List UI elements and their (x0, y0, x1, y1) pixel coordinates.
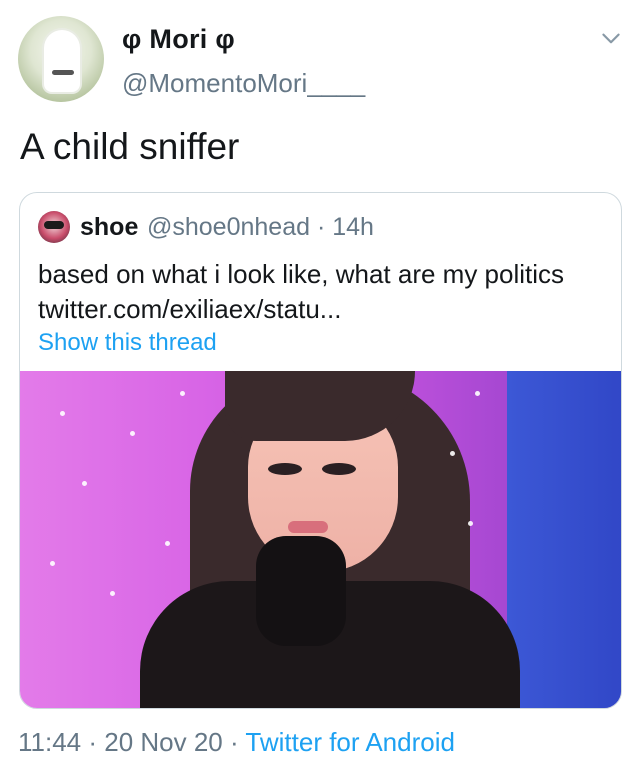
sparkle (468, 521, 473, 526)
tweet-text: A child sniffer (20, 126, 240, 167)
sparkle (60, 411, 65, 416)
tweet-meta: 11:44 · 20 Nov 20 · Twitter for Android (18, 727, 455, 758)
quoted-media-photo[interactable] (20, 371, 621, 708)
show-thread-link[interactable]: Show this thread (38, 329, 217, 357)
sparkle (180, 391, 185, 396)
quoted-text: based on what i look like, what are my p… (38, 257, 613, 327)
sparkle (110, 591, 115, 596)
sparkle (450, 451, 455, 456)
author-avatar[interactable] (18, 16, 104, 102)
chevron-down-icon[interactable] (598, 26, 624, 52)
sparkle (165, 541, 170, 546)
photo-lips (288, 521, 328, 533)
sparkle (82, 481, 87, 486)
tweet-timestamp[interactable]: 11:44 · 20 Nov 20 · (18, 727, 245, 757)
background-flag (507, 371, 621, 708)
author-handle[interactable]: @MomentoMori____ (122, 68, 365, 99)
sparkle (50, 561, 55, 566)
quoted-handle-time[interactable]: @shoe0nhead · 14h (147, 213, 374, 242)
sparkle (130, 431, 135, 436)
ghost-icon (44, 30, 80, 92)
author-display-name[interactable]: φ Mori φ (122, 24, 235, 55)
tweet-source-link[interactable]: Twitter for Android (245, 727, 455, 757)
quoted-avatar[interactable] (38, 211, 70, 243)
quoted-link[interactable]: twitter.com/exiliaex/statu... (38, 292, 613, 327)
photo-eye-right (322, 463, 356, 475)
quoted-tweet-card[interactable]: shoe @shoe0nhead · 14h based on what i l… (19, 192, 622, 709)
quoted-display-name[interactable]: shoe (80, 213, 138, 242)
quoted-text-line-1: based on what i look like, what are my p… (38, 259, 565, 289)
photo-eye-left (268, 463, 302, 475)
photo-hand (256, 536, 346, 646)
sparkle (475, 391, 480, 396)
tweet-header: φ Mori φ @MomentoMori____ (0, 0, 640, 110)
avatar-mouth (52, 70, 74, 75)
